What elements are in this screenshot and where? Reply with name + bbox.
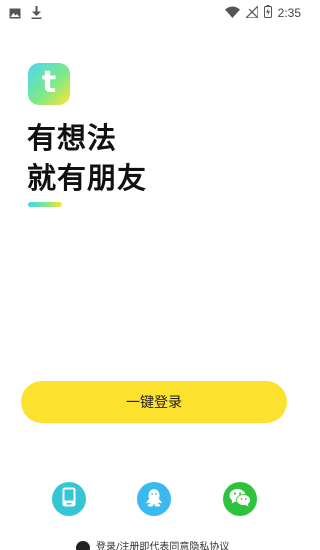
accent-underline [28, 202, 62, 207]
wechat-icon [229, 488, 251, 511]
one-click-login-button[interactable]: 一键登录 [21, 381, 287, 423]
slogan-line-1: 有想法 [27, 121, 118, 155]
wifi-icon [224, 3, 240, 22]
wechat-login-button[interactable] [223, 482, 257, 516]
app-logo: t [28, 63, 70, 105]
status-time: 2:35 [277, 5, 301, 20]
qq-icon [145, 487, 163, 511]
image-icon [9, 4, 21, 23]
download-icon [31, 4, 42, 23]
phone-icon [60, 487, 78, 511]
phone-login-button[interactable] [52, 482, 86, 516]
slogan-line-2: 就有朋友 [27, 161, 148, 195]
logo-letter: t [41, 65, 57, 100]
agreement-checkbox[interactable] [76, 541, 90, 550]
privacy-agreement: 登录/注册即代表同意隐私协议 [76, 541, 229, 550]
status-bar: 2:35 [0, 0, 309, 22]
qq-login-button[interactable] [137, 482, 171, 516]
agreement-text[interactable]: 登录/注册即代表同意隐私协议 [96, 541, 229, 550]
signal-icon [244, 3, 259, 22]
battery-charging-icon [263, 3, 272, 22]
